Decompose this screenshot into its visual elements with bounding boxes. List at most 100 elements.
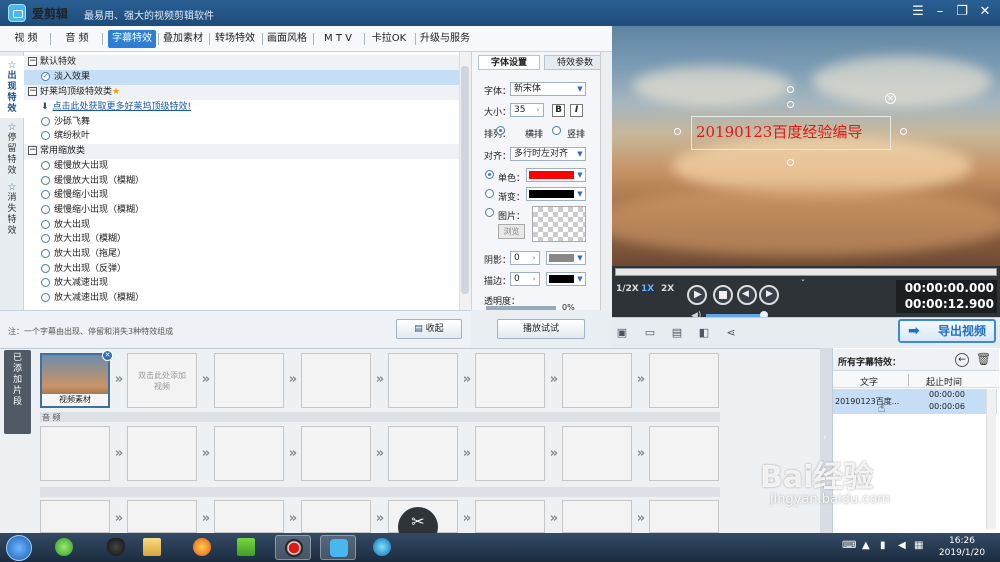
shadow-color-picker[interactable]: ▼ <box>546 251 586 265</box>
chevron-down-icon[interactable]: ⌄ <box>800 275 806 283</box>
video-clip[interactable]: 视频素材 <box>40 353 110 408</box>
taskbar-app-explorer-icon[interactable] <box>134 535 170 560</box>
panel-scrollbar[interactable] <box>600 52 611 310</box>
empty-slot[interactable] <box>127 426 197 481</box>
empty-slot[interactable] <box>301 500 371 533</box>
gradient-picker[interactable]: ▼ <box>526 187 586 201</box>
list-item[interactable]: 放大出现（拖尾） <box>24 247 459 262</box>
list-item[interactable]: ✓ 淡入效果 <box>24 70 459 85</box>
close-icon[interactable]: ✕ <box>975 3 995 21</box>
resize-handle[interactable] <box>787 101 794 108</box>
back-icon[interactable]: ← <box>955 353 969 367</box>
radio-icon[interactable] <box>41 161 50 170</box>
resize-handle[interactable] <box>787 159 794 166</box>
list-item[interactable]: 放大减速出现 <box>24 276 459 291</box>
empty-slot[interactable] <box>562 500 632 533</box>
radio-icon[interactable] <box>41 205 50 214</box>
radio-icon[interactable] <box>41 117 50 126</box>
italic-button[interactable]: I <box>570 104 583 117</box>
caption-text[interactable]: 20190123百度经验编导 <box>696 121 862 142</box>
save-icon[interactable]: ▤ <box>670 327 684 339</box>
export-video-button[interactable]: ➡ 导出视频 <box>898 319 996 343</box>
system-clock[interactable]: 16:26 2019/1/20 <box>930 535 994 559</box>
tab-appear[interactable]: ☆ 出现特效 <box>0 56 24 118</box>
radio-icon[interactable] <box>41 176 50 185</box>
list-item[interactable]: 缓慢放大出现 <box>24 159 459 174</box>
share-icon[interactable]: ⋖ <box>724 327 738 339</box>
empty-slot[interactable] <box>40 426 110 481</box>
solid-color-picker[interactable]: ▼ <box>526 168 586 182</box>
group-header[interactable]: − 常用缩放类 <box>24 144 459 159</box>
empty-slot[interactable] <box>214 353 284 408</box>
font-select[interactable]: 新宋体 ▼ <box>510 82 586 96</box>
taskbar-app-aijianji-icon[interactable] <box>320 535 356 560</box>
collapse-button[interactable]: ▤ 收起 <box>396 319 462 339</box>
menu-audio[interactable]: 音 频 <box>56 30 98 48</box>
menu-mtv[interactable]: M T V <box>315 30 361 48</box>
download-link-row[interactable]: ⬇ 点击此处获取更多好莱坞顶级特效! <box>24 100 459 115</box>
radio-horizontal[interactable] <box>496 126 505 135</box>
menu-icon[interactable]: ☰ <box>908 3 928 21</box>
empty-slot[interactable] <box>388 426 458 481</box>
added-clips-tab[interactable]: 已添加片段 <box>4 350 31 434</box>
usb-tray-icon[interactable]: ▮ <box>880 540 886 551</box>
save-as-icon[interactable]: ◧ <box>697 327 711 339</box>
empty-slot[interactable] <box>40 500 110 533</box>
list-item[interactable]: 放大出现 <box>24 218 459 233</box>
menu-video[interactable]: 视 频 <box>6 30 46 48</box>
collapse-icon[interactable]: − <box>28 87 37 96</box>
list-item[interactable]: 缓慢缩小出现（模糊） <box>24 203 459 218</box>
empty-slot[interactable] <box>475 353 545 408</box>
resize-handle[interactable] <box>900 128 907 135</box>
list-scroll-thumb[interactable] <box>461 66 469 294</box>
list-item[interactable]: 缤纷秋叶 <box>24 129 459 144</box>
speed-1x[interactable]: 1X <box>641 284 654 294</box>
resize-handle[interactable] <box>674 128 681 135</box>
new-project-icon[interactable]: ▣ <box>615 327 629 339</box>
radio-icon[interactable] <box>41 131 50 140</box>
empty-slot[interactable] <box>562 426 632 481</box>
restore-icon[interactable]: ❐ <box>952 3 972 21</box>
tab-effect-params[interactable]: 特效参数 <box>544 55 606 70</box>
tab-disappear[interactable]: ☆ 消失特效 <box>0 180 24 238</box>
taskbar-app-media-icon[interactable] <box>364 535 400 560</box>
radio-icon[interactable] <box>41 249 50 258</box>
speed-2x[interactable]: 2X <box>661 284 674 294</box>
radio-solid-color[interactable] <box>485 170 494 179</box>
stroke-input[interactable]: 0 › <box>510 272 540 286</box>
radio-vertical[interactable] <box>552 126 561 135</box>
list-item[interactable]: 放大减速出现（模糊） <box>24 291 459 306</box>
empty-slot[interactable] <box>649 500 719 533</box>
empty-slot[interactable] <box>649 426 719 481</box>
open-folder-icon[interactable]: ▭ <box>643 327 657 339</box>
radio-icon[interactable] <box>41 234 50 243</box>
list-item[interactable]: 缓慢缩小出现 <box>24 188 459 203</box>
empty-slot[interactable] <box>475 426 545 481</box>
play-icon[interactable]: ▶ <box>687 285 707 305</box>
keyboard-tray-icon[interactable]: ⌨ <box>842 540 856 551</box>
add-video-slot[interactable]: 双击此处添加视频 <box>127 353 197 408</box>
empty-slot[interactable] <box>475 500 545 533</box>
align-select[interactable]: 多行时左对齐 ▼ <box>510 147 586 161</box>
seek-bar[interactable] <box>615 268 997 276</box>
empty-slot[interactable] <box>301 353 371 408</box>
table-row[interactable]: 20190123百度... 00:00:00 00:00:06 <box>833 389 997 414</box>
play-test-button[interactable]: 播放试试 <box>497 319 585 339</box>
volume-tray-icon[interactable]: ◀ <box>898 540 906 551</box>
next-frame-icon[interactable]: ▶ <box>759 285 779 305</box>
prev-frame-icon[interactable]: ◀ <box>737 285 757 305</box>
taskbar-app-iqiyi-icon[interactable] <box>228 535 264 560</box>
opacity-slider[interactable] <box>486 306 556 310</box>
size-input[interactable]: 35 › <box>510 103 544 117</box>
menu-overlay[interactable]: 叠加素材 <box>160 30 206 48</box>
radio-icon[interactable] <box>41 293 50 302</box>
remove-clip-icon[interactable]: ✕ <box>102 350 113 361</box>
empty-slot[interactable] <box>214 500 284 533</box>
list-item[interactable]: 缓慢放大出现（模糊） <box>24 174 459 189</box>
taskbar-app-recorder-icon[interactable] <box>275 535 311 560</box>
shadow-input[interactable]: 0 › <box>510 251 540 265</box>
empty-slot[interactable] <box>214 426 284 481</box>
radio-gradient[interactable] <box>485 189 494 198</box>
stroke-color-picker[interactable]: ▼ <box>546 272 586 286</box>
tab-stay[interactable]: ☆ 停留特效 <box>0 120 24 178</box>
